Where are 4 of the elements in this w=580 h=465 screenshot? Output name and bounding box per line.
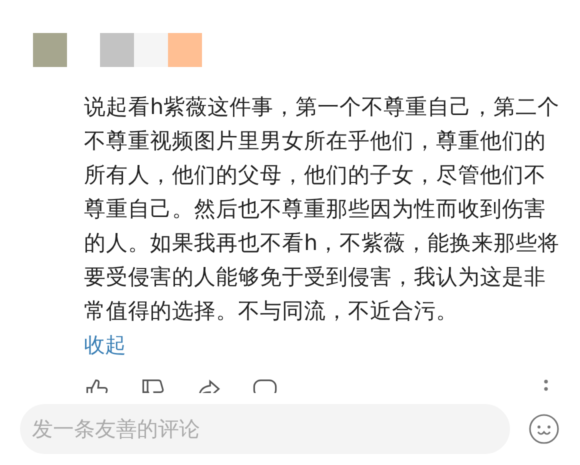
comment-text: 说起看h紫薇这件事，第一个不尊重自己，第二个 不尊重视频图片里男女所在乎他们，尊重他们的 所有人，他们的父母，他们的子女，尽管他们不 尊重自己。然后也不尊重那些因为性而收到伤害 的人。如果我再也不看h，不紫薇，能换来那些将 要受侵害的人能够免于受到侵害，我认为这是非 常值得的选择。不与同流，不近合污。 [84, 94, 561, 326]
comment-input[interactable]: 发一条友善的评论 [20, 404, 510, 454]
collapse-link[interactable]: 收起 [84, 331, 126, 359]
emoji-icon[interactable] [528, 413, 560, 445]
